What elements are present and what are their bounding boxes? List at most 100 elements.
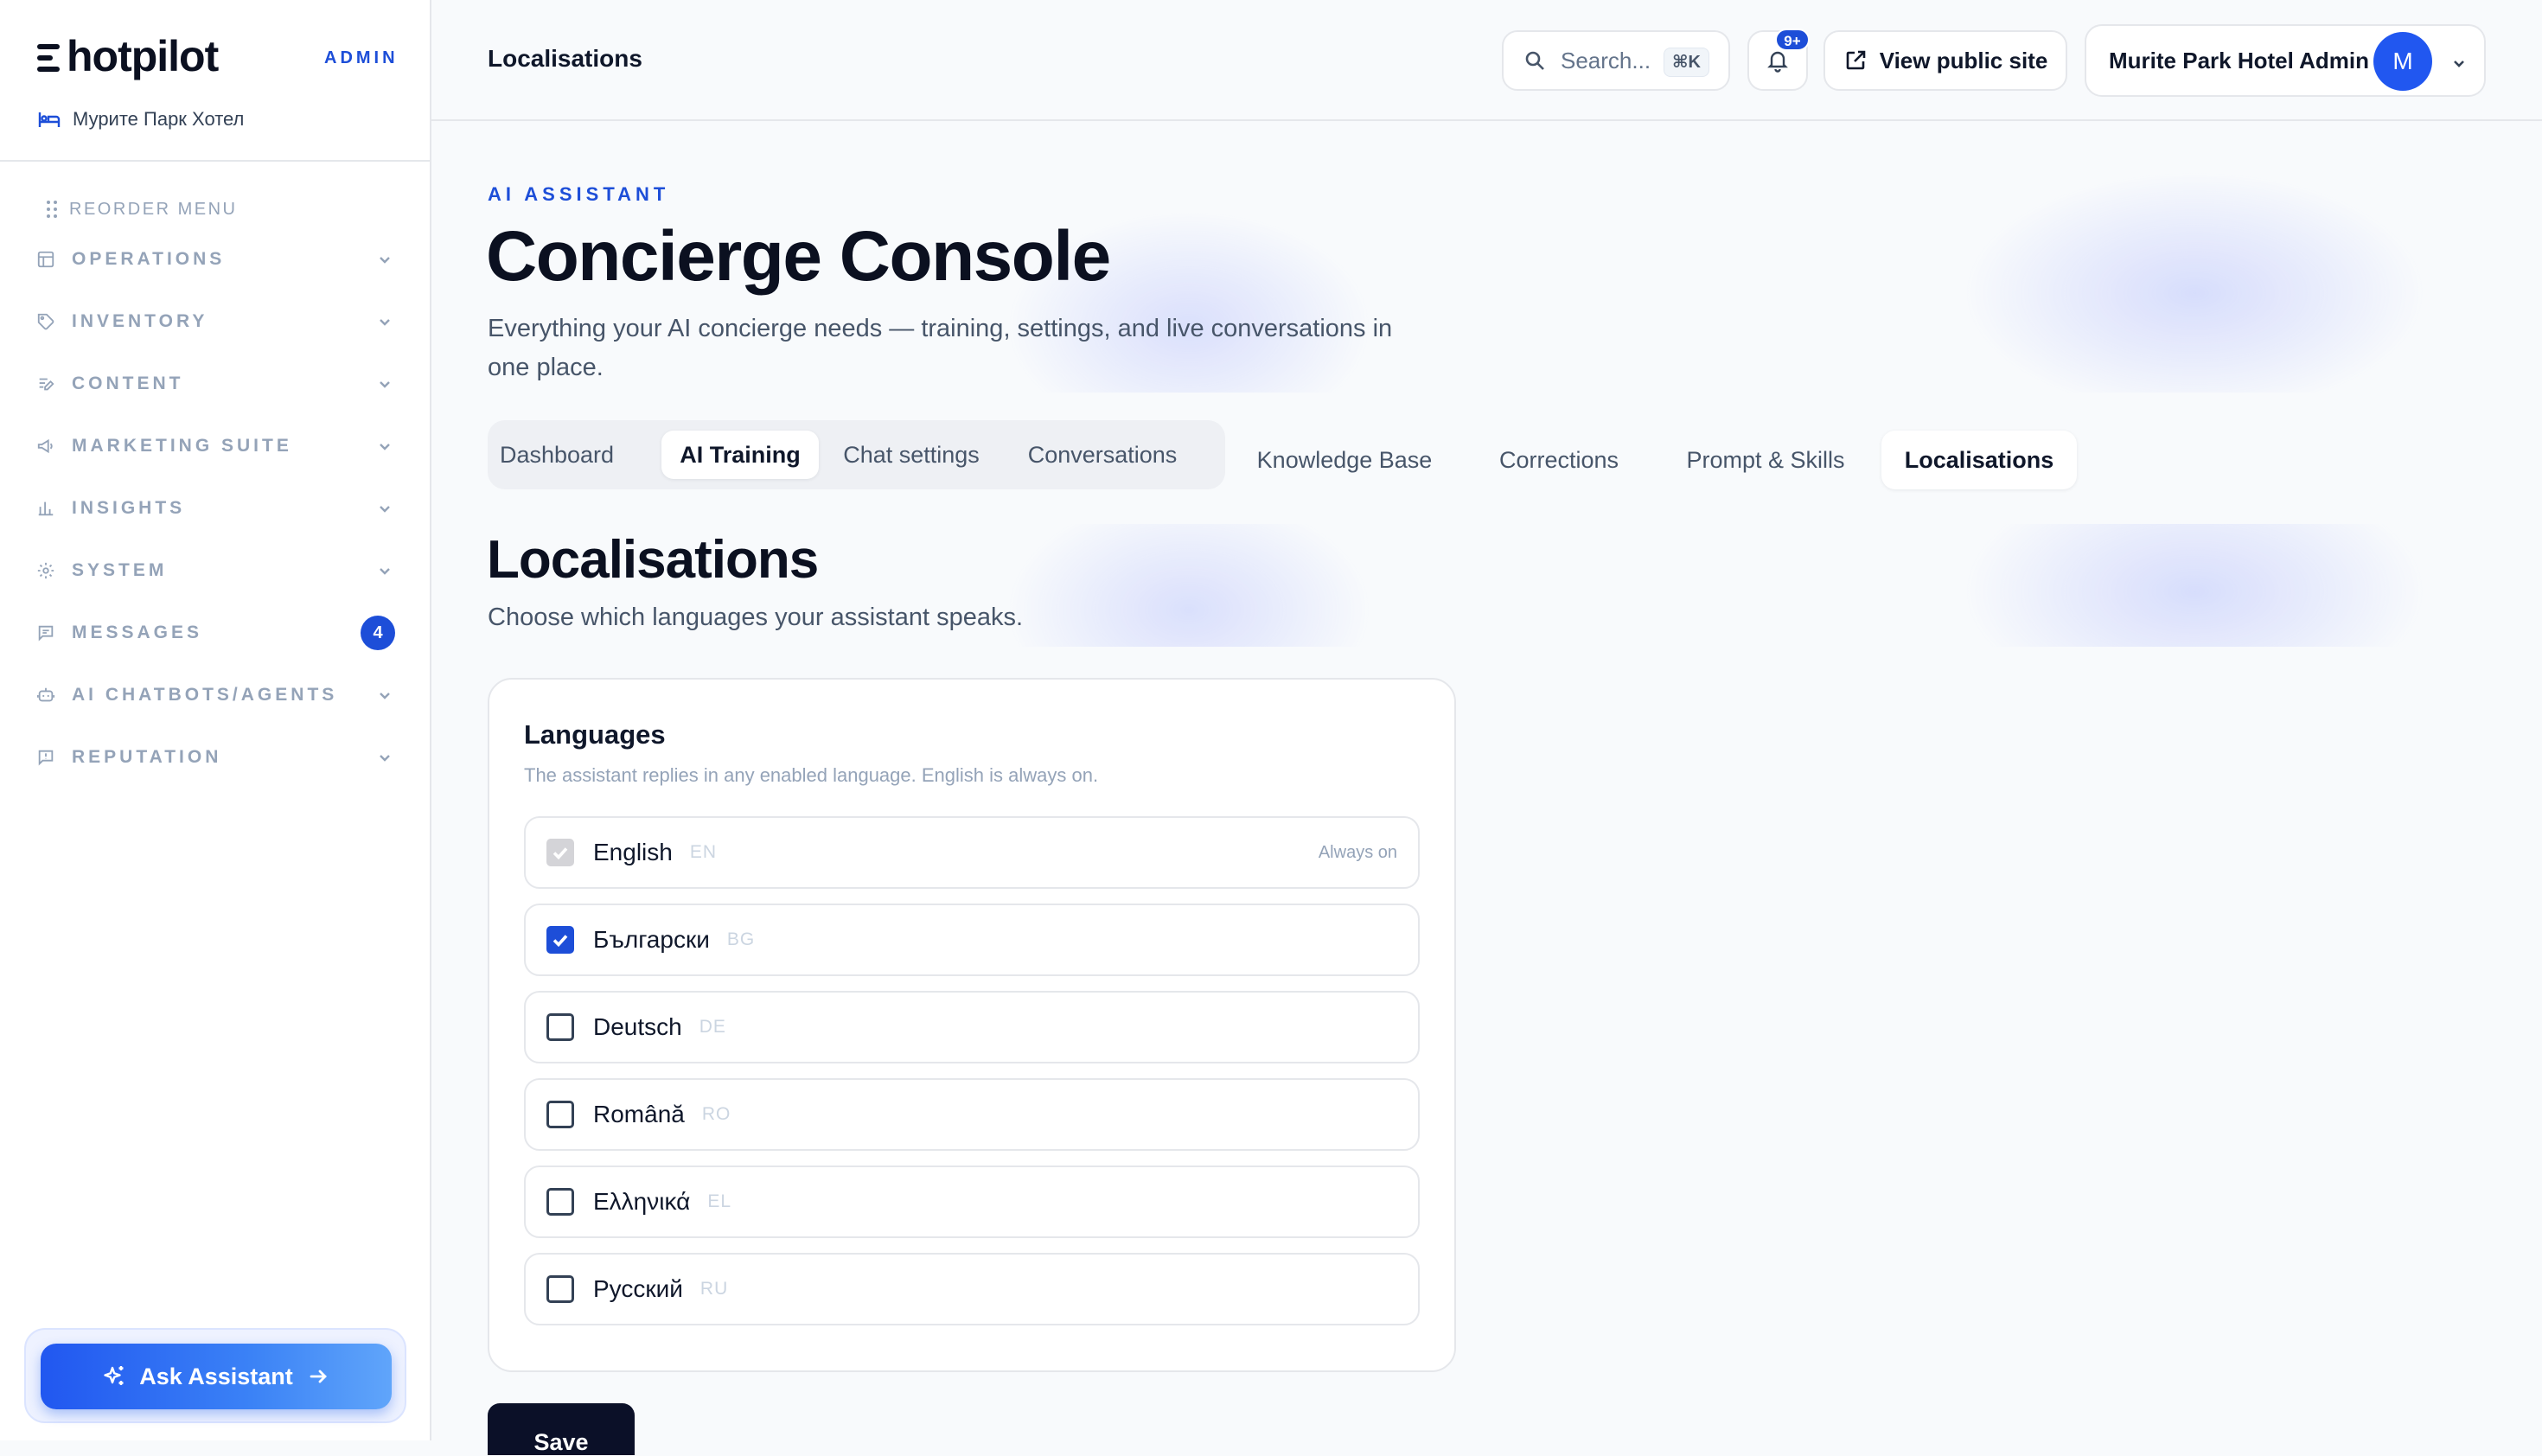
save-button[interactable]: Save <box>488 1403 635 1455</box>
chevron-down-icon <box>376 500 393 517</box>
bar-chart-icon <box>35 498 56 519</box>
language-code: RU <box>699 1279 729 1299</box>
language-checkbox-ro[interactable] <box>546 1101 574 1128</box>
language-row-de[interactable]: Deutsch DE <box>524 991 1420 1063</box>
language-name: Русский <box>593 1275 683 1302</box>
tab-prompt-skills[interactable]: Prompt & Skills <box>1672 431 1859 489</box>
sidebar-item-label: CONTENT <box>72 374 184 393</box>
sidebar-item-label: INSIGHTS <box>72 498 186 518</box>
chevron-down-icon <box>376 686 393 704</box>
sidebar-item-insights[interactable]: INSIGHTS <box>0 477 431 540</box>
check-icon <box>552 847 568 860</box>
sidebar-item-inventory[interactable]: INVENTORY <box>0 291 431 353</box>
layout-icon <box>35 249 56 270</box>
bell-icon <box>1767 51 1788 73</box>
sidebar-item-label: REPUTATION <box>72 747 222 767</box>
languages-card-subtitle: The assistant replies in any enabled lan… <box>524 764 1099 786</box>
assistant-panel: Ask Assistant <box>24 1328 406 1423</box>
tab-localisations[interactable]: Localisations <box>1881 431 2077 489</box>
chevron-down-icon <box>376 562 393 579</box>
sidebar-item-system[interactable]: SYSTEM <box>0 540 431 602</box>
sidebar-item-operations[interactable]: OPERATIONS <box>0 228 431 291</box>
language-row-en: English EN Always on <box>524 816 1420 889</box>
sidebar-item-label: MESSAGES <box>72 623 203 642</box>
language-row-bg[interactable]: Български BG <box>524 904 1420 976</box>
search-icon <box>1525 51 1544 70</box>
language-code: RO <box>701 1104 731 1124</box>
console-tab-group: Dashboard AI Training Chat settings Conv… <box>488 420 1225 489</box>
language-row-ru[interactable]: Русский RU <box>524 1253 1420 1325</box>
language-code: DE <box>699 1017 726 1037</box>
arrow-right-icon <box>310 1370 327 1383</box>
view-public-site-label: View public site <box>1879 47 2048 73</box>
search-input[interactable]: Search... ⌘K <box>1502 30 1730 91</box>
notifications-button[interactable]: 9+ <box>1747 29 1810 91</box>
page-title: Concierge Console <box>486 217 1111 296</box>
language-row-ro[interactable]: Română RO <box>524 1078 1420 1151</box>
language-name: Ελληνικά <box>593 1188 691 1215</box>
sidebar-item-content[interactable]: CONTENT <box>0 353 431 415</box>
hotel-switcher[interactable]: Мурите Парк Хотел <box>38 108 244 131</box>
chevron-down-icon <box>376 749 393 766</box>
tab-dashboard[interactable]: Dashboard <box>496 431 617 479</box>
sidebar-item-reputation[interactable]: REPUTATION <box>0 726 431 789</box>
reorder-menu-label: REORDER MENU <box>69 199 238 219</box>
sparkles-icon <box>104 1366 124 1385</box>
tab-chat-settings[interactable]: Chat settings <box>830 431 993 479</box>
chat-icon <box>35 623 56 643</box>
tab-ai-training[interactable]: AI Training <box>661 431 819 479</box>
logo[interactable]: hotpilot <box>37 31 219 81</box>
language-checkbox-de[interactable] <box>546 1013 574 1041</box>
tab-corrections[interactable]: Corrections <box>1480 431 1638 489</box>
brand-header: hotpilot ADMIN Мурите Парк Хотел <box>0 0 430 162</box>
avatar: M <box>2373 32 2432 91</box>
hotel-name: Мурите Парк Хотел <box>73 108 245 130</box>
external-link-icon <box>1846 50 1866 70</box>
language-name: Română <box>593 1101 685 1127</box>
chevron-down-icon <box>376 251 393 268</box>
gear-icon <box>35 560 56 581</box>
breadcrumb: Localisations <box>488 45 642 72</box>
chevron-down-icon <box>2449 52 2469 71</box>
sidebar-nav: REORDER MENU OPERATIONS INVENTORY CONTEN… <box>0 190 431 789</box>
reorder-menu-button[interactable]: REORDER MENU <box>47 190 431 228</box>
view-public-site-button[interactable]: View public site <box>1823 30 2067 91</box>
tag-icon <box>35 311 56 332</box>
language-checkbox-bg[interactable] <box>546 926 574 954</box>
chevron-down-icon <box>376 437 393 455</box>
languages-card-title: Languages <box>524 719 666 750</box>
check-icon <box>552 935 568 948</box>
language-name: Български <box>593 926 710 953</box>
language-checkbox-el[interactable] <box>546 1188 574 1216</box>
language-name: English <box>593 839 673 865</box>
sidebar: hotpilot ADMIN Мурите Парк Хотел REORDER… <box>0 0 431 1440</box>
sidebar-item-marketing-suite[interactable]: MARKETING SUITE <box>0 415 431 477</box>
user-menu-button[interactable]: Murite Park Hotel Admin M <box>2085 24 2486 97</box>
languages-card: Languages The assistant replies in any e… <box>488 678 1456 1372</box>
notification-badge: 9+ <box>1775 29 1810 51</box>
sidebar-item-messages[interactable]: MESSAGES 4 <box>0 602 431 664</box>
sidebar-item-label: SYSTEM <box>72 560 168 580</box>
top-bar: Localisations Search... ⌘K 9+ View publi… <box>431 0 2542 121</box>
logo-text: hotpilot <box>67 32 219 80</box>
tab-knowledge-base[interactable]: Knowledge Base <box>1240 431 1449 489</box>
drag-handle-icon <box>47 201 57 218</box>
admin-tag: ADMIN <box>324 48 399 67</box>
tab-conversations[interactable]: Conversations <box>1006 431 1198 479</box>
language-row-el[interactable]: Ελληνικά EL <box>524 1165 1420 1238</box>
section-background-glow <box>865 524 2487 647</box>
search-shortcut: ⌘K <box>1664 48 1709 77</box>
sidebar-item-ai-chatbots-agents[interactable]: AI CHATBOTS/AGENTS <box>0 664 431 726</box>
hero-eyebrow: AI ASSISTANT <box>488 183 670 205</box>
chevron-down-icon <box>376 313 393 330</box>
bed-icon <box>38 112 61 127</box>
logo-mark-icon <box>37 44 60 72</box>
ask-assistant-button[interactable]: Ask Assistant <box>41 1344 392 1409</box>
language-code: BG <box>726 929 756 949</box>
search-placeholder: Search... <box>1561 47 1651 73</box>
section-title: Localisations <box>487 530 819 590</box>
language-checkbox-ru[interactable] <box>546 1275 574 1303</box>
always-on-label: Always on <box>1318 842 1397 862</box>
section-subtitle: Choose which languages your assistant sp… <box>488 603 1024 631</box>
language-checkbox-en <box>546 839 574 866</box>
